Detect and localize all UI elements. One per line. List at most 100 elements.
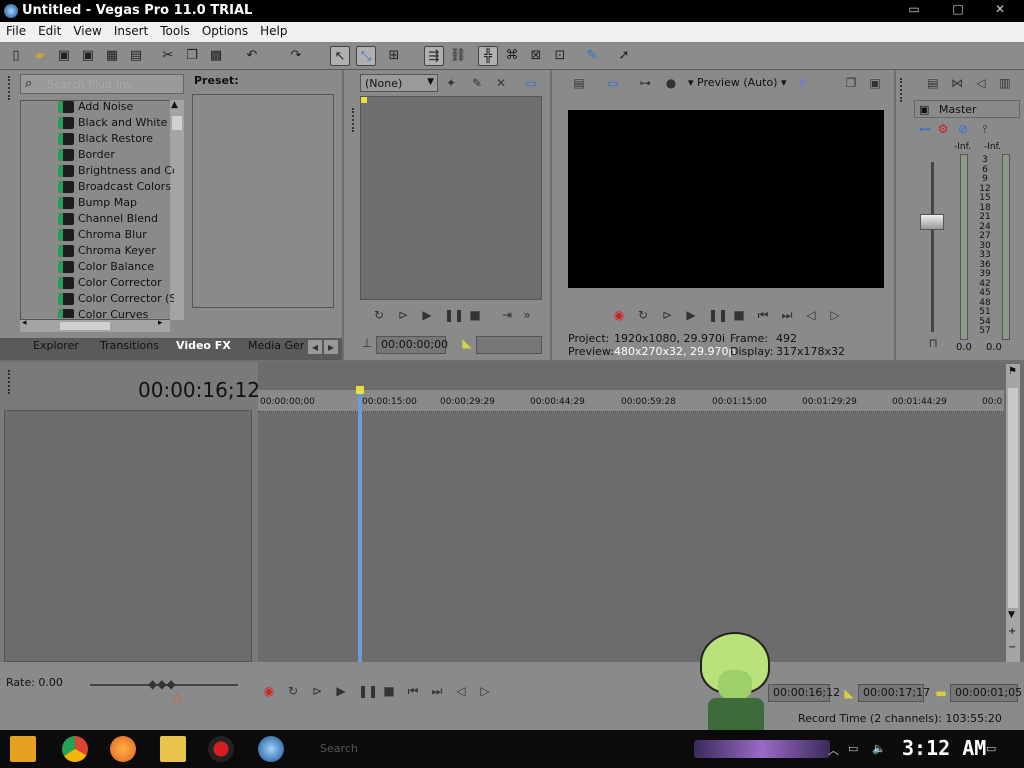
menu-options[interactable]: Options xyxy=(196,22,254,40)
menu-view[interactable]: View xyxy=(67,22,107,40)
master-pin-icon[interactable]: ⫯ xyxy=(978,122,992,136)
menu-tools[interactable]: Tools xyxy=(154,22,196,40)
timeline-prev-frame-icon[interactable]: ◁ xyxy=(454,684,468,698)
maximize-button[interactable]: □ xyxy=(940,2,976,20)
loop-icon[interactable]: ↻ xyxy=(636,308,650,322)
list-item[interactable]: Color Corrector (S xyxy=(58,292,174,308)
timeline-play-icon[interactable]: ▶ xyxy=(334,684,348,698)
save-icon[interactable]: ▣ xyxy=(54,46,74,66)
previous-frame-icon[interactable]: ◁ xyxy=(804,308,818,322)
selection-start-time[interactable]: 00:00:17;17 xyxy=(858,684,930,702)
trimmer-more-icon[interactable]: » xyxy=(520,308,534,322)
trimmer-stop-icon[interactable]: ■ xyxy=(468,308,482,322)
stop-icon[interactable]: ■ xyxy=(732,308,746,322)
trimmer-pause-icon[interactable]: ❚❚ xyxy=(444,308,464,322)
downmix-icon[interactable]: ⋈ xyxy=(950,76,964,90)
overlays-icon[interactable]: ● xyxy=(664,76,678,90)
master-fx-icon[interactable]: ⊷ xyxy=(918,122,932,136)
list-item[interactable]: Chroma Keyer xyxy=(58,244,174,260)
taskbar-search[interactable]: Search xyxy=(320,742,358,755)
go-to-start-icon[interactable]: ⏮ xyxy=(756,308,770,322)
auto-crossfade-icon[interactable]: ⊠ xyxy=(526,46,546,66)
new-icon[interactable]: ▯ xyxy=(6,46,26,66)
tree-h-scrollbar[interactable]: ◂ ▸ xyxy=(20,318,170,332)
timeline-area[interactable] xyxy=(258,362,1024,662)
trimmer-display[interactable] xyxy=(360,96,542,300)
list-item[interactable]: Border xyxy=(58,148,174,164)
timeline-record-icon[interactable]: ◉ xyxy=(262,684,276,698)
copy-snapshot-icon[interactable]: ❐ xyxy=(844,76,858,90)
save-as-icon[interactable]: ▣ xyxy=(78,46,98,66)
play-from-start-icon[interactable]: ⊳ xyxy=(660,308,674,322)
lock-envelopes-icon[interactable]: ⛓ xyxy=(448,46,468,66)
list-item[interactable]: Broadcast Colors xyxy=(58,180,174,196)
next-frame-icon[interactable]: ▷ xyxy=(828,308,842,322)
minimize-button[interactable]: ▭ xyxy=(896,2,932,20)
open-folder-icon[interactable]: ▰ xyxy=(30,46,50,66)
save-snapshot-icon[interactable]: ▣ xyxy=(868,76,882,90)
video-preview[interactable] xyxy=(568,110,884,288)
clock[interactable]: 3:12 AM xyxy=(902,736,986,760)
timeline-go-end-icon[interactable]: ⏭ xyxy=(430,684,444,698)
trimmer-pen-icon[interactable]: ✎ xyxy=(470,76,484,90)
selection-length-time[interactable]: 00:00:01;05 xyxy=(950,684,1022,702)
trimmer-play-start-icon[interactable]: ⊳ xyxy=(396,308,410,322)
timeline-next-frame-icon[interactable]: ▷ xyxy=(478,684,492,698)
menu-edit[interactable]: Edit xyxy=(32,22,67,40)
mixer-properties-icon[interactable]: ▤ xyxy=(926,76,940,90)
normal-edit-tool-icon[interactable]: ↖ xyxy=(330,46,350,66)
network-icon[interactable]: ▭ xyxy=(848,742,858,755)
trimmer-dropdown[interactable]: (None) ▼ xyxy=(360,74,438,92)
timeline-loop-icon[interactable]: ↻ xyxy=(286,684,300,698)
list-item[interactable]: Add Noise xyxy=(58,100,174,116)
firefox-icon[interactable] xyxy=(110,736,136,762)
ignore-grouping-icon[interactable]: ⌘ xyxy=(502,46,522,66)
close-button[interactable]: ✕ xyxy=(982,2,1018,20)
play-icon[interactable]: ▶ xyxy=(684,308,698,322)
list-item[interactable]: Channel Blend xyxy=(58,212,174,228)
menu-help[interactable]: Help xyxy=(254,22,293,40)
search-box[interactable]: ⌕ Search Plug-Ins xyxy=(20,74,184,94)
rate-thumb-icon[interactable]: ◆◆◆ xyxy=(148,677,176,691)
paste-icon[interactable]: ▩ xyxy=(206,46,226,66)
list-item[interactable]: Black and White xyxy=(58,116,174,132)
track-list[interactable] xyxy=(4,410,252,662)
tab-video-fx[interactable]: Video FX xyxy=(176,339,231,357)
timeline-go-start-icon[interactable]: ⏮ xyxy=(406,684,420,698)
go-to-end-icon[interactable]: ⏭ xyxy=(780,308,794,322)
grid-icon[interactable]: # xyxy=(796,76,810,90)
trimmer-clear-icon[interactable]: ✕ xyxy=(494,76,508,90)
preview-properties-icon[interactable]: ▤ xyxy=(572,76,586,90)
snapping-icon[interactable]: ╬ xyxy=(478,46,498,66)
chrome-icon[interactable] xyxy=(62,736,88,762)
brush-icon[interactable]: ✎ xyxy=(582,46,602,66)
undo-icon[interactable]: ↶ xyxy=(242,46,262,66)
record-app-icon[interactable] xyxy=(208,736,234,762)
vegas-taskbar-icon[interactable] xyxy=(258,736,284,762)
selection-tool-icon[interactable]: ⊞ xyxy=(384,46,404,66)
trimmer-fx-icon[interactable]: ✦ xyxy=(444,76,458,90)
trimmer-monitor-icon[interactable]: ▭ xyxy=(524,76,538,90)
list-item[interactable]: Bump Map xyxy=(58,196,174,212)
help-pointer-icon[interactable]: ➚ xyxy=(614,46,634,66)
volume-fader[interactable] xyxy=(920,214,944,230)
preview-monitor-icon[interactable]: ▭ xyxy=(606,76,620,90)
split-screen-icon[interactable]: ⊶ xyxy=(638,76,652,90)
menu-file[interactable]: File xyxy=(0,22,32,40)
menu-insert[interactable]: Insert xyxy=(108,22,154,40)
list-item[interactable]: Color Curves xyxy=(58,308,174,318)
timeline-play-start-icon[interactable]: ⊳ xyxy=(310,684,324,698)
cursor-time[interactable]: 00:00:16;12 xyxy=(768,684,840,702)
trimmer-add-icon[interactable]: ⇥ xyxy=(500,308,514,322)
envelope-tool-icon[interactable]: ⤡ xyxy=(356,46,376,66)
start-button-icon[interactable] xyxy=(10,736,36,762)
pause-icon[interactable]: ❚❚ xyxy=(708,308,728,322)
properties-icon[interactable]: ▤ xyxy=(126,46,146,66)
trimmer-play-icon[interactable]: ▶ xyxy=(420,308,434,322)
mixer-settings-icon[interactable]: ▥ xyxy=(998,76,1012,90)
trimmer-timecode[interactable]: 00:00:00;00 xyxy=(376,336,448,354)
trimmer-loop-icon[interactable]: ↻ xyxy=(372,308,386,322)
preview-quality-dropdown[interactable]: ▾ Preview (Auto) ▾ xyxy=(688,76,787,89)
timeline-pause-icon[interactable]: ❚❚ xyxy=(358,684,378,698)
tab-transitions[interactable]: Transitions xyxy=(100,339,159,357)
